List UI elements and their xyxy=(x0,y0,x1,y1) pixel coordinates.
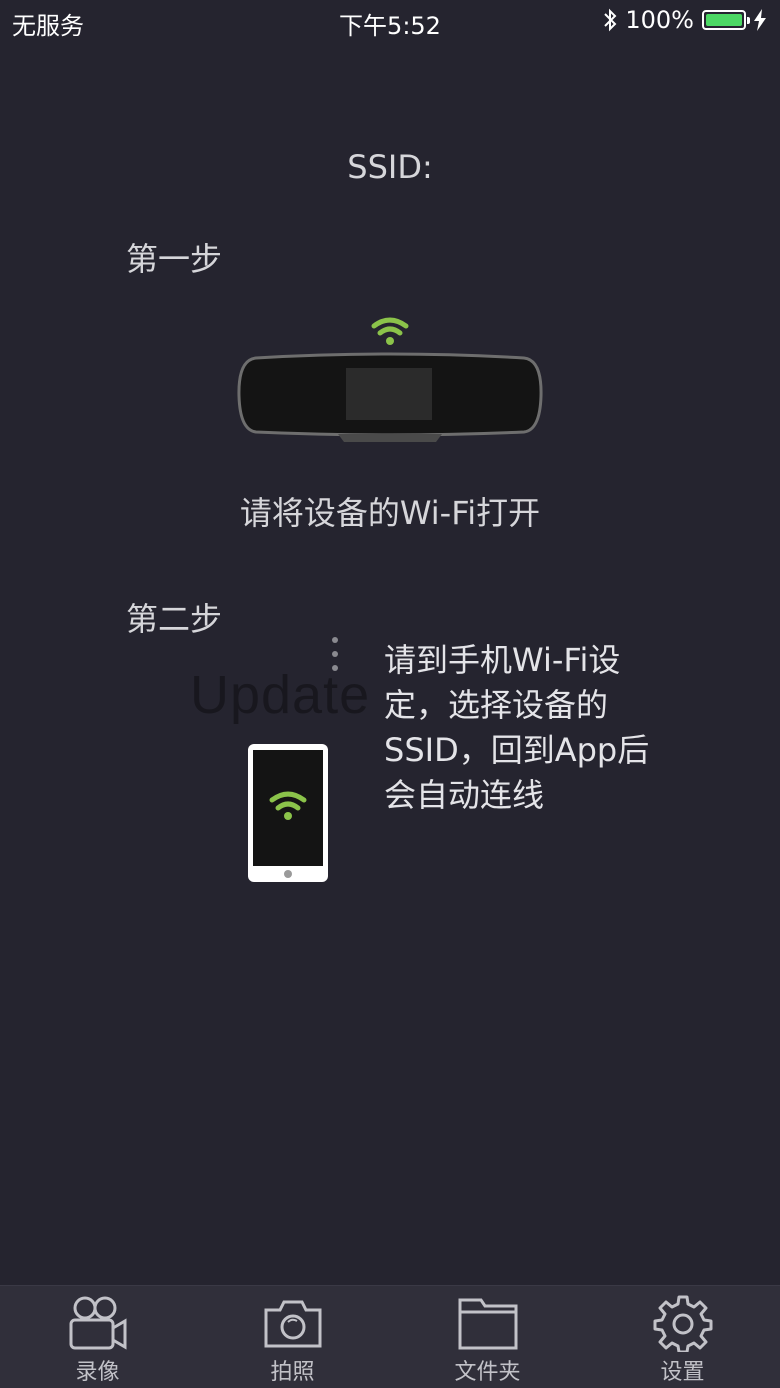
tab-video[interactable]: 录像 xyxy=(0,1286,195,1388)
step2-title: 第二步 xyxy=(126,600,223,638)
tab-folder[interactable]: 文件夹 xyxy=(390,1286,585,1388)
tab-settings[interactable]: 设置 xyxy=(585,1286,780,1388)
phone-wifi-icon xyxy=(248,744,328,882)
battery-level xyxy=(706,14,742,26)
folder-icon xyxy=(458,1298,517,1350)
step1-title: 第一步 xyxy=(126,240,223,278)
camera-icon xyxy=(264,1300,321,1348)
tab-label: 拍照 xyxy=(270,1360,315,1385)
tab-bar: 录像 拍照 文件夹 设置 xyxy=(0,1285,780,1388)
wifi-signal-icon xyxy=(371,317,409,345)
battery-percent: 100% xyxy=(625,6,694,34)
charging-bolt-icon xyxy=(754,9,766,31)
tab-label: 文件夹 xyxy=(454,1360,521,1385)
bluetooth-icon xyxy=(604,8,617,32)
watermark-text: Update xyxy=(190,665,371,725)
status-bar: 无服务 下午5:52 100% xyxy=(0,0,780,44)
status-indicators: 100% xyxy=(603,6,766,34)
gear-icon xyxy=(653,1295,712,1352)
video-camera-icon xyxy=(69,1296,126,1350)
tab-photo[interactable]: 拍照 xyxy=(195,1286,390,1388)
battery-icon xyxy=(702,10,750,30)
step2-instruction: 请到手机Wi-Fi设定，选择设备的SSID，回到App后会自动连线 xyxy=(384,641,650,814)
step1-instruction: 请将设备的Wi-Fi打开 xyxy=(239,494,541,532)
tab-label: 设置 xyxy=(660,1360,705,1385)
rearview-mirror-device-icon xyxy=(237,317,543,442)
ssid-label: SSID: xyxy=(347,148,433,186)
tab-label: 录像 xyxy=(75,1360,120,1385)
